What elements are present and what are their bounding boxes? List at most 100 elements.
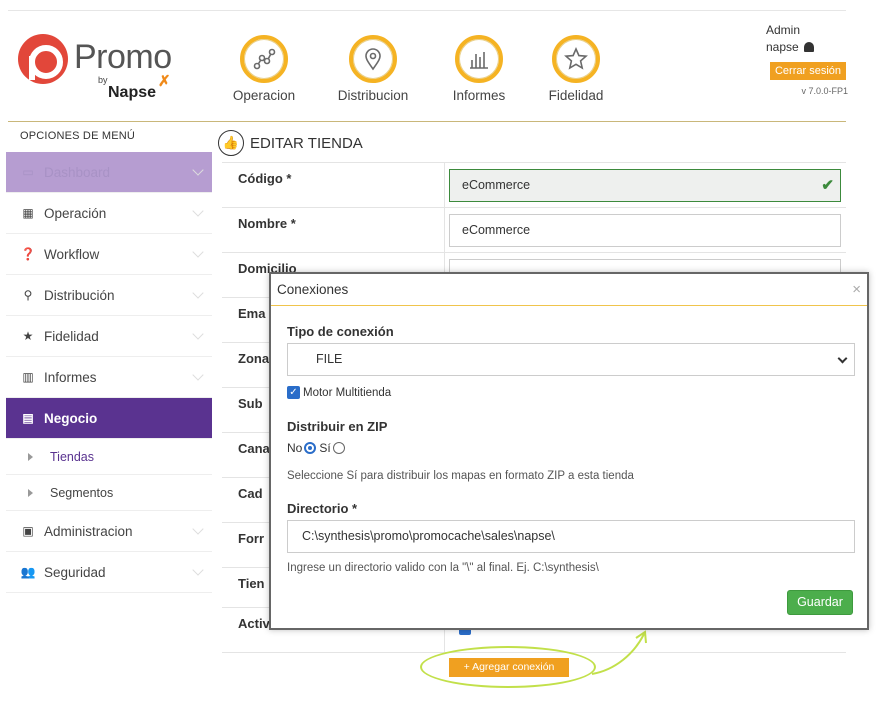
question-icon: ❓: [20, 247, 36, 261]
check-icon: ✔: [821, 177, 834, 194]
chevron-down-icon: [192, 369, 204, 381]
chevron-down-icon: [192, 523, 204, 535]
cell-divider: [444, 163, 445, 207]
sidebar-item-dashboard[interactable]: ▭ Dashboard: [6, 152, 212, 193]
formato-label: Forr: [238, 531, 264, 546]
canal-label: Cana: [238, 441, 270, 456]
logo-x-icon: ✗: [158, 73, 171, 90]
codigo-label: Código *: [238, 171, 292, 186]
nav-informes-label: Informes: [452, 88, 506, 103]
nav-distribucion[interactable]: Distribucion: [328, 35, 418, 103]
calendar-check-icon: ▣: [22, 524, 34, 538]
directory-input[interactable]: C:\synthesis\promo\promocache\sales\naps…: [287, 520, 855, 553]
sidebar-item-negocio[interactable]: ▤ Negocio: [6, 398, 212, 439]
sidebar-item-distribucion[interactable]: ⚲ Distribución: [6, 275, 212, 316]
tienda-label: Tien: [238, 576, 265, 591]
chevron-down-icon: [192, 328, 204, 340]
zip-yes-label: Sí: [319, 441, 331, 455]
close-icon[interactable]: ×: [852, 281, 861, 298]
building-icon: ▤: [22, 411, 34, 425]
connection-type-label: Tipo de conexión: [287, 324, 394, 339]
cell-divider: [444, 208, 445, 252]
checkbox-checked-icon[interactable]: ✓: [287, 386, 300, 399]
save-button[interactable]: Guardar: [787, 590, 853, 615]
user-box: Admin napse: [766, 22, 846, 56]
cadena-label: Cad: [238, 486, 263, 501]
sidebar-title: OPCIONES DE MENÚ: [20, 130, 136, 142]
sidebar-item-label: Operación: [44, 205, 107, 221]
zip-label: Distribuir en ZIP: [287, 419, 388, 434]
sidebar-item-label: Dashboard: [44, 164, 111, 180]
logo-brand: Napse: [108, 84, 157, 101]
directory-help-text: Ingrese un directorio valido con la "\" …: [287, 562, 599, 574]
operation-icon: [240, 35, 288, 83]
multistore-checkbox-row[interactable]: ✓ Motor Multitienda: [287, 386, 391, 399]
version-label: v 7.0.0-FP1: [801, 86, 848, 96]
sidebar-item-operacion[interactable]: ▦ Operación: [6, 193, 212, 234]
thumbs-up-icon: 👍: [218, 130, 244, 156]
sidebar-item-workflow[interactable]: ❓ Workflow: [6, 234, 212, 275]
add-connection-button[interactable]: + Agregar conexión: [449, 658, 569, 677]
nav-informes[interactable]: Informes: [434, 35, 524, 103]
top-divider: [8, 10, 846, 11]
user-role: Admin: [766, 23, 801, 37]
sidebar-item-label: Informes: [44, 369, 97, 385]
nav-operacion-label: Operacion: [232, 88, 296, 103]
map-marker-icon: ⚲: [23, 288, 33, 302]
chevron-down-icon: [192, 287, 204, 299]
directory-label: Directorio *: [287, 501, 358, 516]
sidebar-item-label: Seguridad: [44, 564, 106, 580]
sidebar-item-label: Administracion: [44, 523, 133, 539]
nombre-field[interactable]: eCommerce: [449, 214, 841, 247]
header-divider: [8, 121, 846, 122]
sidebar-item-label: Negocio: [44, 410, 98, 426]
sidebar-subitem-segmentos[interactable]: Segmentos: [6, 475, 212, 511]
codigo-value: eCommerce: [462, 178, 531, 192]
star-icon: [552, 35, 600, 83]
sidebar-subitem-tiendas[interactable]: Tiendas: [6, 439, 212, 475]
bar-chart-icon: [455, 35, 503, 83]
logo-by: by: [98, 75, 108, 85]
bar-chart-icon: ▥: [22, 370, 34, 384]
sidebar-item-seguridad[interactable]: 👥 Seguridad: [6, 552, 212, 593]
zip-yes-radio[interactable]: [332, 442, 345, 454]
modal-title: Conexiones: [277, 282, 349, 297]
activa-label: Activ: [238, 616, 270, 631]
zip-help-text: Seleccione Sí para distribuir los mapas …: [287, 470, 634, 482]
promo-logo: Promo by Napse ✗: [18, 30, 178, 105]
map-pin-icon: [349, 35, 397, 83]
users-icon: 👥: [20, 565, 36, 579]
connection-type-value: FILE: [316, 352, 343, 366]
nav-distribucion-label: Distribucion: [337, 88, 409, 103]
bell-icon[interactable]: [804, 42, 815, 52]
connections-modal: Conexiones × Tipo de conexión FILE ✓ Mot…: [269, 272, 869, 630]
sidebar-subitem-label: Segmentos: [50, 485, 114, 500]
logo-mark-icon: [18, 34, 68, 84]
page-title-text: EDITAR TIENDA: [250, 134, 363, 152]
connection-type-select[interactable]: FILE: [287, 343, 855, 376]
logout-button[interactable]: Cerrar sesión: [770, 62, 846, 80]
sidebar-subitem-label: Tiendas: [50, 449, 95, 464]
chevron-down-icon: [192, 246, 204, 258]
chevron-down-icon: [192, 164, 204, 176]
chevron-down-icon: [192, 564, 204, 576]
sidebar-item-administracion[interactable]: ▣ Administracion: [6, 511, 212, 552]
sidebar-item-label: Workflow: [44, 246, 100, 262]
page-title: 👍 EDITAR TIENDA: [218, 130, 363, 156]
sidebar-item-informes[interactable]: ▥ Informes: [6, 357, 212, 398]
sidebar-item-label: Fidelidad: [44, 328, 99, 344]
sidebar-item-label: Distribución: [44, 287, 115, 303]
email-label: Ema: [238, 306, 266, 321]
nav-fidelidad[interactable]: Fidelidad: [531, 35, 621, 103]
star-icon: ★: [22, 329, 34, 343]
nav-operacion[interactable]: Operacion: [219, 35, 309, 103]
zip-no-label: No: [287, 441, 303, 455]
codigo-field[interactable]: eCommerce ✔: [449, 169, 841, 202]
nav-fidelidad-label: Fidelidad: [548, 88, 604, 103]
zona-label: Zona: [238, 351, 270, 366]
zip-no-radio[interactable]: [304, 442, 317, 454]
sidebar-item-fidelidad[interactable]: ★ Fidelidad: [6, 316, 212, 357]
dashboard-icon: ▭: [22, 165, 34, 179]
user-name-line: napse: [766, 39, 846, 56]
multistore-label: Motor Multitienda: [303, 386, 392, 399]
